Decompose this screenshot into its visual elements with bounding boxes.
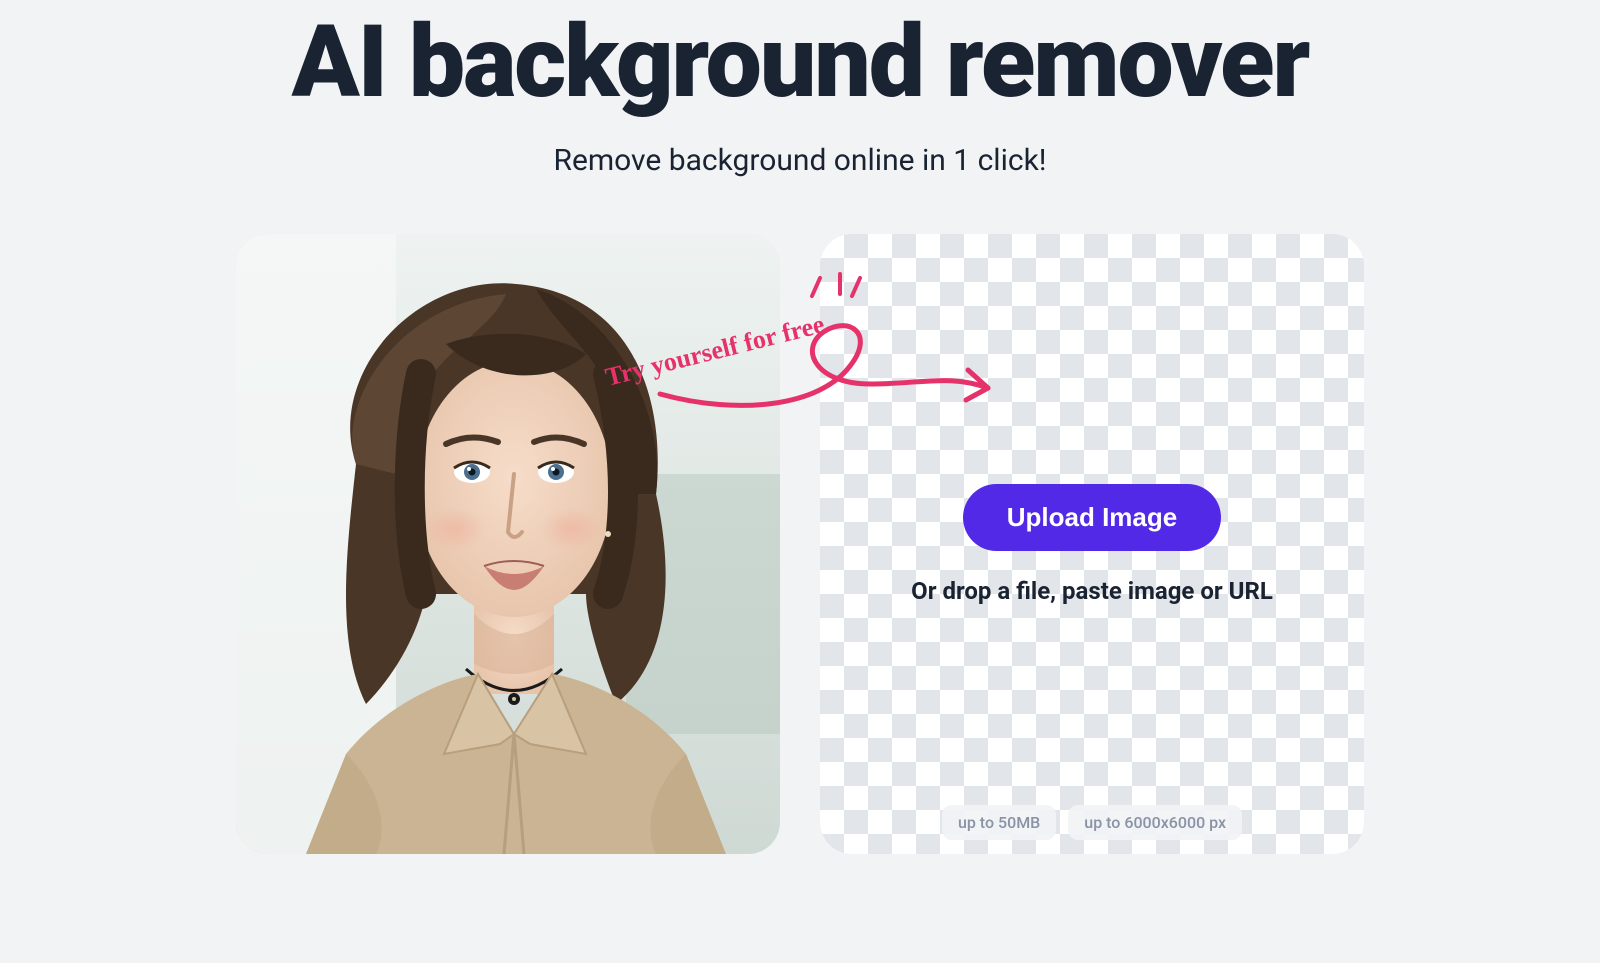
limit-dimensions-chip: up to 6000x6000 px (1068, 805, 1242, 840)
page-title: AI background remover (292, 10, 1309, 115)
upload-image-button[interactable]: Upload Image (963, 484, 1221, 551)
portrait-illustration (236, 234, 780, 854)
panels-row: Try yourself for free (0, 234, 1600, 854)
limit-size-chip: up to 50MB (942, 805, 1056, 840)
drop-instructions: Or drop a file, paste image or URL (911, 577, 1273, 605)
sample-image (236, 234, 780, 854)
upload-limits: up to 50MB up to 6000x6000 px (942, 805, 1242, 840)
upload-dropzone[interactable]: Upload Image Or drop a file, paste image… (820, 234, 1364, 854)
page-subtitle: Remove background online in 1 click! (553, 143, 1046, 178)
page-root: AI background remover Remove background … (0, 0, 1600, 854)
